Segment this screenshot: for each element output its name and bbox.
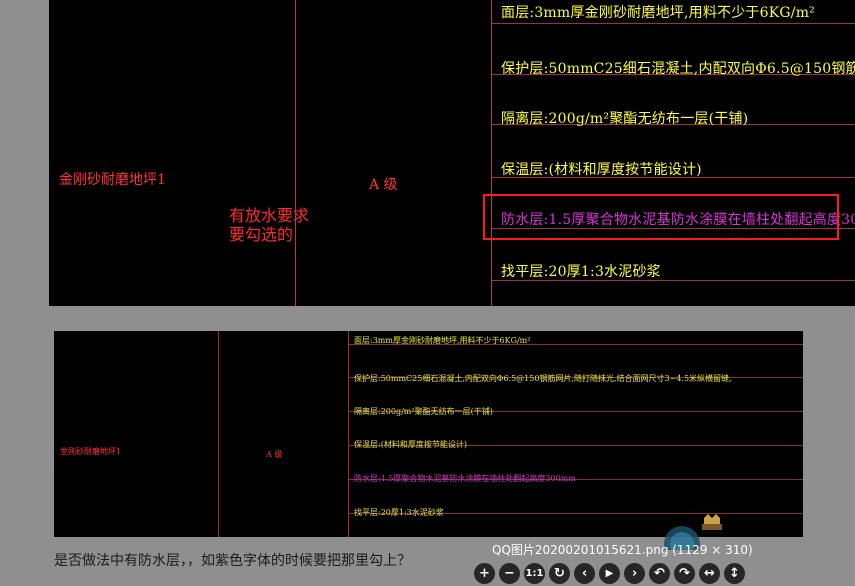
layer-insulation: 保温层:(材料和厚度按节能设计) bbox=[501, 162, 702, 178]
image-viewer-toolbar: + − 1:1 ↻ ‹ ▶ › ↶ ↷ ↔ ↕ bbox=[474, 563, 745, 584]
layer-leveling: 找平层:20厚1:3水泥砂浆 bbox=[354, 508, 444, 517]
reset-button[interactable]: ↻ bbox=[549, 563, 570, 584]
layer-surface: 面层:3mm厚金刚砂耐磨地坪,用料不少于6KG/m² bbox=[501, 5, 815, 21]
next-button[interactable]: › bbox=[624, 563, 645, 584]
column-divider bbox=[348, 331, 349, 537]
layer-isolation: 隔离层:200g/m²聚酯无纺布一层(干铺) bbox=[354, 407, 493, 416]
cad-drawing-bottom: 金刚砂耐磨地坪1 A 级 面层:3mm厚金刚砂耐磨地坪,用料不少于6KG/m² … bbox=[54, 331, 803, 537]
previous-button[interactable]: ‹ bbox=[574, 563, 595, 584]
rotate-left-button[interactable]: ↶ bbox=[649, 563, 670, 584]
grade-label: A 级 bbox=[369, 177, 398, 193]
column-divider bbox=[491, 0, 492, 306]
question-text: 是否做法中有防水层，，如紫色字体的时候要把那里勾上？ bbox=[54, 553, 411, 569]
actual-size-button[interactable]: 1:1 bbox=[524, 563, 545, 584]
rotate-right-button[interactable]: ↷ bbox=[674, 563, 695, 584]
floor-type-label: 金刚砂耐磨地坪1 bbox=[60, 447, 122, 456]
layer-surface: 面层:3mm厚金刚砂耐磨地坪,用料不少于6KG/m² bbox=[354, 336, 531, 345]
cad-drawing-top: 金刚砂耐磨地坪1 A 级 面层:3mm厚金刚砂耐磨地坪,用料不少于6KG/m² … bbox=[49, 0, 855, 306]
column-divider bbox=[295, 0, 296, 306]
layer-protective: 保护层:50mmC25细石混凝土,内配双向Φ6.5@150钢筋网片,随 bbox=[501, 61, 855, 77]
floor-type-label: 金刚砂耐磨地坪1 bbox=[59, 172, 166, 188]
layer-waterproof: 防水层:1.5厚聚合物水泥基防水涂膜在墙柱处翻起高度300mm bbox=[354, 474, 576, 483]
flip-vertical-button[interactable]: ↕ bbox=[724, 563, 745, 584]
layer-insulation: 保温层:(材料和厚度按节能设计) bbox=[354, 440, 467, 449]
layer-leveling: 找平层:20厚1:3水泥砂浆 bbox=[501, 264, 661, 280]
row-divider bbox=[492, 23, 855, 24]
flip-horizontal-button[interactable]: ↔ bbox=[699, 563, 720, 584]
zoom-in-button[interactable]: + bbox=[474, 563, 495, 584]
annotation-line: 有放水要求 bbox=[229, 206, 310, 225]
layer-isolation: 隔离层:200g/m²聚酯无纺布一层(干铺) bbox=[501, 111, 749, 127]
annotation-line: 要勾选的 bbox=[229, 225, 294, 244]
grade-label: A 级 bbox=[266, 450, 283, 459]
zoom-out-button[interactable]: − bbox=[499, 563, 520, 584]
layer-protective: 保护层:50mmC25细石混凝土,内配双向Φ6.5@150钢筋网片,随打随抹光,… bbox=[354, 374, 732, 383]
annotation-highlight-box bbox=[483, 194, 839, 240]
column-divider bbox=[218, 331, 219, 537]
image-caption: QQ图片20200201015621.png (1129 × 310) bbox=[492, 543, 753, 557]
annotation-text: 有放水要求 要勾选的 bbox=[229, 206, 309, 244]
play-button[interactable]: ▶ bbox=[599, 563, 620, 584]
